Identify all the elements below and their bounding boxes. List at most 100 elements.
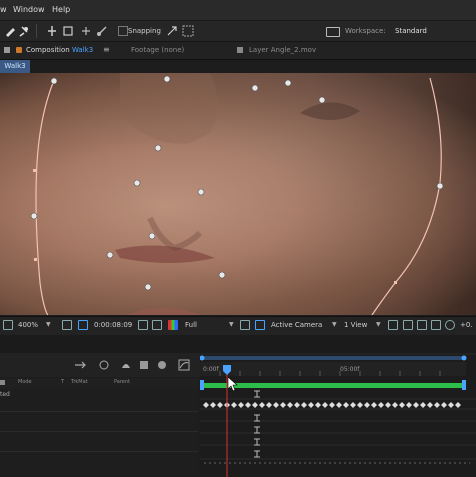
timeline-toggle-icon[interactable] [417,320,427,330]
flowchart-icon[interactable] [431,320,441,330]
pen-tool-icon[interactable] [4,25,16,37]
view-chevron-down-icon[interactable]: ▼ [376,321,381,328]
puppet-pin[interactable] [197,188,205,196]
fast-preview-icon[interactable] [403,320,413,330]
puppet-pin[interactable] [318,96,326,104]
layer-list: ted [0,388,198,477]
work-area-start[interactable] [200,380,204,390]
puppet-tool-icon[interactable] [46,25,58,37]
transparency-grid-icon[interactable] [240,320,250,330]
zoom-dropdown[interactable]: 400% [18,321,38,329]
menu-item-view[interactable]: w [0,5,7,14]
safe-margins-icon[interactable] [62,320,72,330]
panel-menu-icon[interactable]: ≡ [103,45,110,54]
mask-vertex[interactable] [394,281,397,284]
3d-view-icon[interactable] [255,320,265,330]
time-navigator[interactable] [200,356,466,360]
menu-item-help[interactable]: Help [52,5,70,14]
work-area-bar[interactable] [202,383,464,388]
puppet-pin[interactable] [106,251,114,259]
tools-toolbar: Snapping Workspace: Standard [0,21,476,42]
layer-property-label[interactable]: ted [0,391,10,398]
current-time-display[interactable]: 0:00:08:09 [94,321,132,329]
close-tab-icon[interactable] [4,47,10,53]
motion-blur-icon[interactable] [156,359,168,371]
work-area-end[interactable] [462,380,466,390]
transform-tool-icon[interactable] [62,25,74,37]
puppet-pin[interactable] [133,179,141,187]
frame-blending-icon[interactable] [138,359,150,371]
puppet-pin[interactable] [148,232,156,240]
puppet-pin[interactable] [251,84,259,92]
composition-viewer[interactable] [0,73,476,315]
puppet-pin[interactable] [30,212,38,220]
lock-icon[interactable] [237,47,243,53]
region-of-interest-icon[interactable] [78,320,88,330]
keyframe-row [203,402,461,408]
comp-mini-flowchart-icon[interactable] [74,359,86,371]
timeline-graph[interactable]: 0:00f 05:00f [200,355,476,477]
panel-tab-bar: Composition Walk3 ≡ Footage (none) Layer… [0,42,476,60]
mask-vertex[interactable] [33,169,36,172]
puppet-pin[interactable] [284,79,292,87]
column-trkmat[interactable]: TrkMat [71,379,88,385]
column-trackmatte-flag[interactable]: T [61,379,64,385]
pixel-aspect-icon[interactable] [388,320,398,330]
puppet-pin[interactable] [436,182,444,190]
label-icon [0,380,5,385]
show-channel-icon[interactable] [152,320,162,330]
puppet-pin[interactable] [50,77,58,85]
monitor-icon[interactable] [326,27,340,37]
puppet-pin[interactable] [154,144,162,152]
view-layout-dropdown[interactable]: 1 View [344,321,367,329]
snap-features-icon[interactable] [182,25,194,37]
graph-editor-icon[interactable] [178,359,190,371]
resolution-chevron-down-icon[interactable]: ▼ [229,321,234,328]
tab-composition-prefix: Composition [26,46,70,54]
navigator-end-handle[interactable] [461,355,467,361]
color-channels-icon[interactable] [168,320,178,330]
composition-icon [16,47,22,53]
viewer-controls-bar: 400% ▼ 0:00:08:09 Full ▼ Active Camera ▼… [0,316,476,336]
toolbar-divider [36,24,37,38]
mask-path-right[interactable] [370,77,442,315]
mask-vertex[interactable] [34,258,37,261]
column-mode[interactable]: Mode [18,379,32,385]
lips-shape [115,245,215,263]
exposure-icon[interactable] [445,320,455,330]
layer-row-divider [0,431,198,432]
ruler-label-start: 0:00f [203,366,219,373]
tab-layer[interactable]: Layer Angle_2.mov [249,46,316,54]
pin-tool-icon[interactable] [18,25,30,37]
eye-shape [300,102,360,121]
camera-dropdown[interactable]: Active Camera [271,321,322,329]
camera-snapshot-icon[interactable] [138,320,148,330]
mask-path-left[interactable] [35,77,56,315]
timeline-overlay [200,355,476,477]
always-preview-icon[interactable] [3,320,13,330]
rotate-tool-icon[interactable] [80,25,92,37]
resolution-dropdown[interactable]: Full [185,321,197,329]
puppet-pin[interactable] [163,75,171,83]
comp-name-badge[interactable]: Walk3 [0,60,30,73]
draft-3d-icon[interactable] [98,359,110,371]
zoom-chevron-down-icon[interactable]: ▼ [46,321,51,328]
property-markers [254,390,260,458]
puppet-pin[interactable] [144,283,152,291]
exposure-value[interactable]: +0. [460,321,473,329]
puppet-pin[interactable] [218,271,226,279]
snapping-checkbox[interactable] [118,26,128,36]
shy-layers-icon[interactable] [120,359,132,371]
camera-chevron-down-icon[interactable]: ▼ [332,321,337,328]
layer-row-divider [0,411,198,412]
tab-footage[interactable]: Footage (none) [131,46,184,54]
menu-item-window[interactable]: Window [13,5,45,14]
tab-composition[interactable]: Composition Walk3 [26,46,93,54]
layer-row-divider [0,451,198,452]
axis-tool-icon[interactable] [96,25,108,37]
brow-shape [120,73,218,144]
column-parent[interactable]: Parent [114,379,130,385]
snap-edges-icon[interactable] [166,25,178,37]
panel-divider [0,335,476,353]
workspace-dropdown[interactable]: Standard [395,27,427,35]
